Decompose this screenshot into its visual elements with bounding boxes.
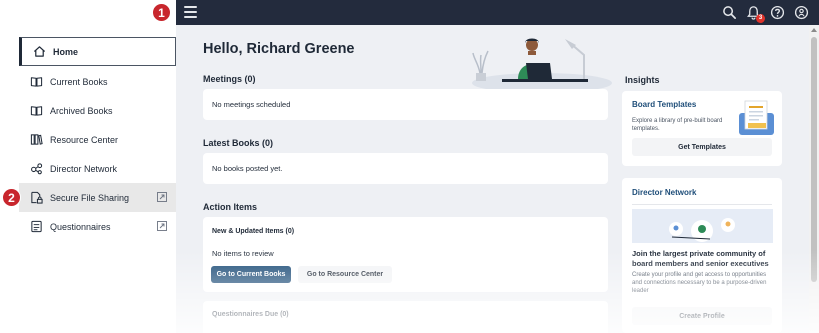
get-templates-button[interactable]: Get Templates	[632, 138, 772, 156]
sidebar-item-label: Questionnaires	[50, 221, 111, 232]
questionnaires-due-card: Questionnaires Due (0)	[203, 301, 608, 333]
step-marker-2: 2	[2, 188, 21, 207]
sidebar-item-label: Director Network	[50, 163, 118, 174]
help-icon[interactable]	[770, 5, 785, 20]
page-scrollbar[interactable]	[809, 25, 819, 333]
sidebar-item-secure-file-sharing[interactable]: Secure File Sharing	[19, 183, 176, 212]
action-items-card: New & Updated Items (0) No items to revi…	[203, 217, 608, 292]
no-items-text: No items to review	[212, 249, 274, 258]
latest-books-title: Latest Books (0)	[203, 138, 274, 148]
director-network-card: Director Network Join the largest privat…	[622, 178, 782, 333]
bell-icon[interactable]: 3	[746, 5, 765, 23]
book-open-icon	[30, 75, 43, 88]
director-network-description: Create your profile and get access to op…	[632, 272, 767, 294]
questionnaires-due-heading: Questionnaires Due (0)	[212, 311, 289, 318]
insights-title: Insights	[625, 75, 660, 85]
notification-count-badge: 3	[756, 14, 765, 23]
network-icon	[30, 162, 43, 175]
book-open-icon	[30, 104, 43, 117]
search-icon[interactable]	[722, 5, 737, 20]
scroll-up-arrow-icon[interactable]	[811, 28, 817, 32]
home-icon	[33, 45, 46, 58]
meetings-title: Meetings (0)	[203, 74, 256, 84]
board-templates-description: Explore a library of pre-built board tem…	[632, 118, 723, 132]
questionnaire-icon	[30, 220, 43, 233]
sidebar-item-resource-center[interactable]: Resource Center	[19, 125, 176, 154]
meetings-card: No meetings scheduled	[203, 89, 608, 120]
divider	[632, 204, 772, 205]
action-items-title: Action Items	[203, 202, 258, 212]
sidebar-item-label: Home	[53, 46, 79, 57]
external-link-icon	[157, 221, 167, 231]
board-templates-heading: Board Templates	[632, 100, 697, 109]
sidebar-item-label: Archived Books	[50, 105, 113, 116]
external-link-icon	[157, 192, 167, 202]
board-templates-card: Board Templates Explore a library of pre…	[622, 91, 782, 166]
page-title: Hello, Richard Greene	[203, 41, 355, 57]
director-network-heading: Director Network	[632, 188, 697, 197]
latest-books-card: No books posted yet.	[203, 153, 608, 184]
director-network-tagline: Join the largest private community of bo…	[632, 249, 769, 268]
sidebar-item-current-books[interactable]: Current Books	[19, 67, 176, 96]
scrollbar-thumb[interactable]	[811, 37, 817, 282]
create-profile-button[interactable]: Create Profile	[632, 307, 772, 325]
sidebar-item-questionnaires[interactable]: Questionnaires	[19, 212, 176, 241]
books-icon	[30, 133, 43, 146]
sidebar-item-label: Secure File Sharing	[50, 192, 130, 203]
top-bar: 3	[176, 0, 819, 25]
hamburger-menu-icon[interactable]	[184, 6, 197, 18]
director-network-illustration	[632, 209, 773, 243]
go-to-current-books-button[interactable]: Go to Current Books	[211, 266, 291, 283]
step-marker-1: 1	[152, 3, 171, 22]
sidebar-item-archived-books[interactable]: Archived Books	[19, 96, 176, 125]
go-to-resource-center-button[interactable]: Go to Resource Center	[298, 266, 392, 283]
latest-books-empty-text: No books posted yet.	[212, 164, 283, 173]
main-content: Hello, Richard Greene Meetings (0) No me…	[176, 25, 809, 333]
sidebar-item-director-network[interactable]: Director Network	[19, 154, 176, 183]
secure-file-icon	[30, 191, 43, 204]
sidebar-item-home[interactable]: Home	[19, 37, 176, 66]
meetings-empty-text: No meetings scheduled	[212, 100, 291, 109]
top-bar-actions: 3	[722, 4, 809, 23]
welcome-illustration	[472, 33, 612, 93]
sidebar-item-label: Current Books	[50, 76, 108, 87]
sidebar-item-label: Resource Center	[50, 134, 119, 145]
new-updated-items-heading: New & Updated Items (0)	[212, 228, 295, 235]
board-templates-illustration	[739, 99, 774, 135]
user-icon[interactable]	[794, 5, 809, 20]
